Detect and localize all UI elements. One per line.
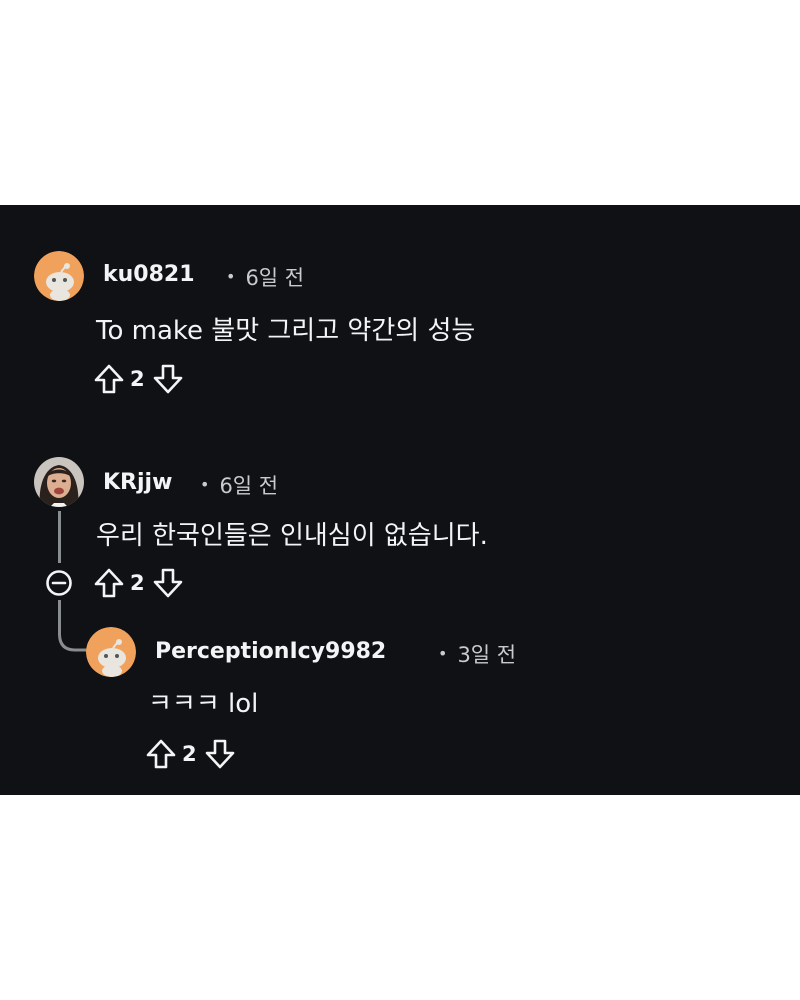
vote-count: 2 — [130, 367, 145, 391]
username[interactable]: PerceptionIcy9982 — [155, 639, 386, 664]
downvote-arrow-icon[interactable] — [151, 362, 185, 396]
username[interactable]: KRjjw — [103, 470, 172, 495]
upvote-arrow-icon[interactable] — [92, 566, 126, 600]
snoo-avatar-icon — [34, 251, 84, 301]
vote-bar: 2 — [144, 737, 237, 771]
downvote-arrow-icon[interactable] — [151, 566, 185, 600]
profile-photo — [34, 457, 84, 507]
downvote-arrow-icon[interactable] — [203, 737, 237, 771]
vote-bar: 2 — [92, 362, 185, 396]
comment-body: 우리 한국인들은 인내심이 없습니다. — [96, 521, 488, 551]
comment-thread: ku0821 • 6일 전 To make 불맛 그리고 약간의 성능 2 KR… — [0, 205, 800, 795]
vote-count: 2 — [130, 571, 145, 595]
username[interactable]: ku0821 — [103, 262, 195, 287]
collapse-thread-icon[interactable] — [45, 569, 73, 597]
snoo-avatar-icon — [86, 627, 136, 677]
separator-dot: • — [438, 644, 448, 663]
timestamp-text: 6일 전 — [245, 266, 305, 290]
upvote-arrow-icon[interactable] — [92, 362, 126, 396]
separator-dot: • — [200, 475, 210, 494]
timestamp-text: 3일 전 — [457, 643, 517, 667]
comment-timestamp: • 3일 전 — [438, 639, 516, 669]
upvote-arrow-icon[interactable] — [144, 737, 178, 771]
user-avatar[interactable] — [86, 627, 136, 677]
timestamp-text: 6일 전 — [219, 474, 279, 498]
vote-bar: 2 — [92, 566, 185, 600]
thread-line — [58, 511, 61, 563]
separator-dot: • — [226, 267, 236, 286]
vote-count: 2 — [182, 742, 197, 766]
user-avatar[interactable] — [34, 251, 84, 301]
comment-body: ㅋㅋㅋ lol — [148, 689, 259, 719]
comment-body: To make 불맛 그리고 약간의 성능 — [96, 316, 476, 346]
comment-timestamp: • 6일 전 — [226, 262, 304, 292]
comment-timestamp: • 6일 전 — [200, 470, 278, 500]
user-avatar[interactable] — [34, 457, 84, 507]
